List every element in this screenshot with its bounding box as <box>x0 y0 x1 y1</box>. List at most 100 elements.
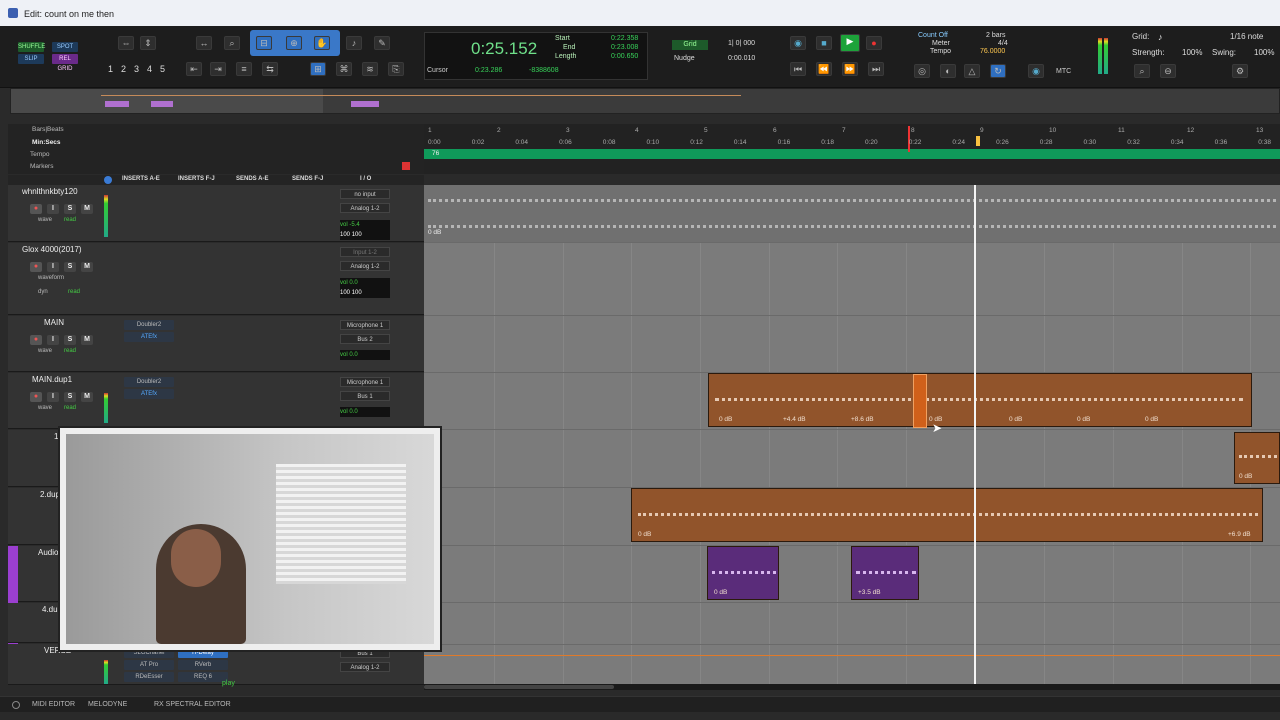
mirror-midi-icon[interactable]: ⌘ <box>336 62 352 76</box>
solo-button[interactable]: S <box>64 262 76 272</box>
clip-gain[interactable]: 0 dB <box>1145 416 1158 423</box>
link-timeline-icon[interactable]: ≡ <box>236 62 252 76</box>
automation-mode[interactable]: read <box>68 289 80 295</box>
input-monitor-button[interactable]: I <box>47 204 59 214</box>
track-header[interactable]: MAIN ● I S M wave read Doubler2 ATEfx Micro… <box>8 316 424 372</box>
midi-merge-icon[interactable]: ◎ <box>914 64 930 78</box>
scrubber-tool-icon[interactable]: ♪ <box>346 36 362 50</box>
main-counter[interactable]: 0:25.152 <box>471 39 537 59</box>
trim-tool-icon[interactable]: ⊟ <box>256 36 272 50</box>
clip-gain[interactable]: +4.4 dB <box>783 416 806 423</box>
track-name[interactable]: 1 <box>54 432 58 441</box>
nudge-label[interactable]: Nudge <box>674 55 695 62</box>
metronome-icon[interactable]: △ <box>964 64 980 78</box>
shuffle-mode-button[interactable]: SHUFFLE <box>18 42 45 52</box>
midi-editor-tab[interactable]: MIDI EDITOR <box>32 701 75 708</box>
clip-gain[interactable]: 0 dB <box>1239 473 1252 480</box>
nudge-left-icon[interactable]: ⇤ <box>186 62 202 76</box>
search-icon[interactable]: ⌕ <box>1134 64 1150 78</box>
melodyne-tab[interactable]: MELODYNE <box>88 701 127 708</box>
zoom-preset-5[interactable]: 5 <box>160 64 165 74</box>
zoom-out-icon[interactable]: ⊖ <box>1160 64 1176 78</box>
keyboard-focus-icon[interactable]: ⎘ <box>388 62 404 76</box>
clip-gain[interactable]: +3.5 dB <box>858 589 881 596</box>
length-field[interactable]: 0:00.650 <box>611 53 638 60</box>
audio-clip[interactable]: 0 dB <box>1234 432 1280 484</box>
start-field[interactable]: 0:22.358 <box>611 35 638 42</box>
loop-icon[interactable]: ↻ <box>990 64 1006 78</box>
fast-forward-icon[interactable]: ⏩ <box>842 62 858 76</box>
input-monitor-button[interactable]: I <box>47 262 59 272</box>
groove-grid-value[interactable]: 1/16 note <box>1230 32 1263 41</box>
grabber-tool-icon[interactable]: ✋ <box>314 36 330 50</box>
audio-clip[interactable]: +3.5 dB <box>851 546 919 600</box>
track-name[interactable]: MAIN.dup1 <box>32 375 72 384</box>
clip-gain[interactable]: 0 dB <box>1009 416 1022 423</box>
mute-button[interactable]: M <box>81 262 93 272</box>
input-monitor-button[interactable]: I <box>47 335 59 345</box>
automation-follows-icon[interactable]: ≋ <box>362 62 378 76</box>
track-lane[interactable]: 0 dB <box>424 185 1280 243</box>
track-lane[interactable]: 0 dB +3.5 dB <box>424 546 1280 603</box>
track-header[interactable]: MAIN.dup1 ● I S M wave read Doubler2 ATEfx … <box>8 373 424 429</box>
track-name[interactable]: Audio <box>38 548 58 557</box>
output-selector[interactable]: Analog 1-2 <box>340 203 390 213</box>
strength-value[interactable]: 100% <box>1182 48 1202 57</box>
mute-button[interactable]: M <box>81 392 93 402</box>
insert-slot[interactable]: Doubler2 <box>124 377 174 387</box>
grid-mode-button[interactable]: REL GRID <box>52 54 78 72</box>
zoom-vertical-icon[interactable]: ⇕ <box>140 36 156 50</box>
gear-icon[interactable]: ⚙ <box>1232 64 1248 78</box>
ruler-label-minsecs[interactable]: Min:Secs <box>32 139 61 146</box>
automation-mode[interactable]: read <box>64 348 76 354</box>
volume-display[interactable]: vol 0.0 <box>340 407 390 417</box>
wait-for-note-icon[interactable]: ◐ <box>940 64 956 78</box>
output-selector[interactable]: Bus 2 <box>340 334 390 344</box>
zoomer-tool-icon[interactable]: ⌕ <box>224 36 240 50</box>
automation-mode[interactable]: read <box>64 405 76 411</box>
track-view[interactable]: wave <box>38 348 52 354</box>
track-view[interactable]: wave <box>38 217 52 223</box>
track-subview[interactable]: dyn <box>38 289 48 295</box>
zoom-horizontal-icon[interactable]: ⇔ <box>118 36 134 50</box>
grid-value[interactable]: 1| 0| 000 <box>728 40 755 47</box>
online-icon[interactable]: ◉ <box>790 36 806 50</box>
zoom-preset-2[interactable]: 2 <box>121 64 126 74</box>
input-selector[interactable]: Microphone 1 <box>340 377 390 387</box>
ruler-label-markers[interactable]: Markers <box>30 163 53 170</box>
slip-mode-button[interactable]: SLIP <box>18 54 44 64</box>
mute-button[interactable]: M <box>81 335 93 345</box>
selected-clip-section[interactable] <box>913 374 927 428</box>
nudge-value[interactable]: 0:00.010 <box>728 55 755 62</box>
track-header[interactable]: whnlthnkbty120 ● I S M wave read no input A… <box>8 185 424 242</box>
mute-button[interactable]: M <box>81 204 93 214</box>
solo-button[interactable]: S <box>64 335 76 345</box>
input-selector[interactable]: no input <box>340 189 390 199</box>
track-lane[interactable]: 0 dB <box>424 430 1280 488</box>
mtc-button[interactable]: MTC <box>1056 68 1071 75</box>
stop-icon[interactable]: ■ <box>816 36 832 50</box>
settings-icon[interactable] <box>12 701 20 709</box>
output-selector[interactable]: Analog 1-2 <box>340 662 390 672</box>
spot-mode-button[interactable]: SPOT <box>52 42 78 52</box>
clip-gain[interactable]: 0 dB <box>638 531 651 538</box>
go-to-end-icon[interactable]: ⏭ <box>868 62 884 76</box>
audio-clip[interactable]: 0 dB <box>707 546 779 600</box>
track-view[interactable]: waveform <box>38 275 64 281</box>
tempo-value[interactable]: 76.0000 <box>980 48 1005 55</box>
insert-slot[interactable]: Doubler2 <box>124 320 174 330</box>
clip-gain[interactable]: 0 dB <box>1077 416 1090 423</box>
output-selector[interactable]: Analog 1-2 <box>340 261 390 271</box>
track-lane[interactable] <box>424 645 1280 685</box>
volume-automation-line[interactable] <box>424 655 1280 656</box>
track-lane[interactable]: 0 dB +6.9 dB <box>424 488 1280 546</box>
solo-button[interactable]: S <box>64 204 76 214</box>
ruler-label-bars[interactable]: Bars|Beats <box>32 126 64 133</box>
clip-gain[interactable]: +6.9 dB <box>1228 531 1251 538</box>
selector-tool-icon[interactable]: ⊕ <box>286 36 302 50</box>
clip-gain[interactable]: 0 dB <box>719 416 732 423</box>
add-marker-icon[interactable] <box>402 162 410 170</box>
meter-value[interactable]: 4/4 <box>998 40 1008 47</box>
volume-display[interactable]: vol 0.0 <box>340 350 390 360</box>
clip-gain[interactable]: +8.6 dB <box>851 416 874 423</box>
